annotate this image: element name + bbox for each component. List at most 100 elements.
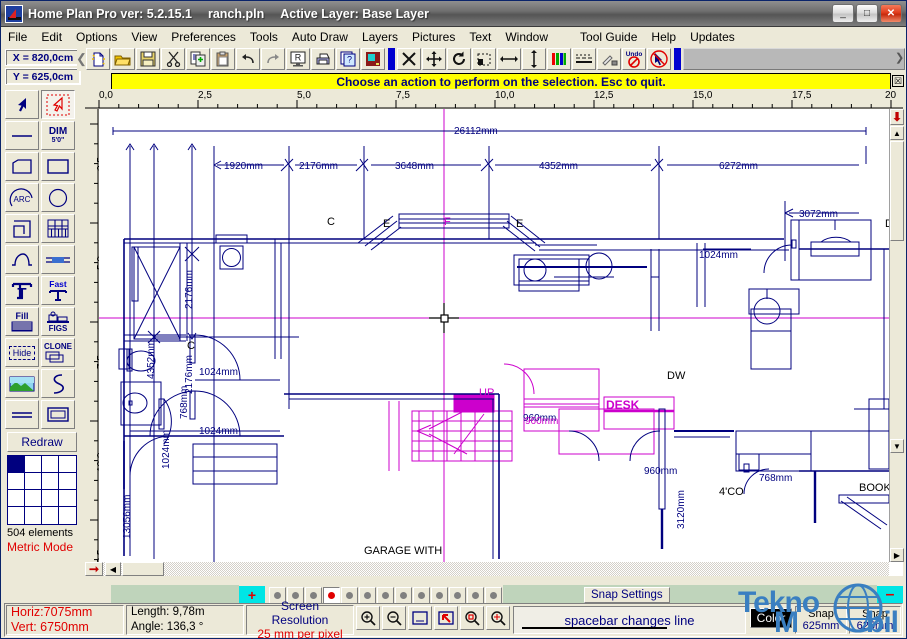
floor-plan-drawing[interactable]: 1920mm 2176mm 3648mm 4352mm 6272mm 26112… xyxy=(99,109,889,562)
dimension-tool[interactable]: DIM 5'0" xyxy=(41,121,75,150)
door-icon[interactable] xyxy=(361,48,385,70)
menu-item-auto-draw[interactable]: Auto Draw xyxy=(285,29,355,45)
scroll-right-fast-icon[interactable]: ➞ xyxy=(85,562,103,576)
vertical-scrollbar[interactable]: ⬇ ▲ ▼ ▶ xyxy=(889,109,904,562)
swatch[interactable] xyxy=(59,490,76,507)
picture-tool[interactable] xyxy=(5,369,39,398)
print-icon[interactable] xyxy=(311,48,335,70)
swatch-selected[interactable] xyxy=(8,456,25,473)
swatch[interactable] xyxy=(42,507,59,524)
stretch-horizontal-icon[interactable] xyxy=(497,48,521,70)
render-icon[interactable]: R xyxy=(286,48,310,70)
zoom-window-icon[interactable] xyxy=(460,606,484,630)
maximize-button[interactable]: □ xyxy=(856,4,878,23)
resolution-panel[interactable]: Screen Resolution 25 mm per pixel xyxy=(246,599,354,639)
select-box-icon[interactable] xyxy=(472,48,496,70)
rotate-icon[interactable] xyxy=(447,48,471,70)
hint-close-icon[interactable]: ☒ xyxy=(892,75,904,87)
circle-tool[interactable] xyxy=(41,183,75,212)
snap-panel-2[interactable]: Snap 625mm xyxy=(849,606,901,634)
menu-item-window[interactable]: Window xyxy=(498,29,555,45)
swatch[interactable] xyxy=(42,473,59,490)
double-line-tool[interactable] xyxy=(5,400,39,429)
swatch[interactable] xyxy=(25,507,42,524)
minimize-button[interactable]: _ xyxy=(832,4,854,23)
layer-dot-12[interactable] xyxy=(467,586,484,604)
paste-icon[interactable] xyxy=(211,48,235,70)
scroll-down-fast-icon[interactable]: ⬇ xyxy=(890,109,904,125)
layer-dot-9[interactable] xyxy=(413,586,430,604)
freehand-tool[interactable] xyxy=(41,369,75,398)
menu-item-pictures[interactable]: Pictures xyxy=(405,29,462,45)
move-icon[interactable] xyxy=(422,48,446,70)
swatch[interactable] xyxy=(25,490,42,507)
menu-item-options[interactable]: Options xyxy=(69,29,124,45)
menu-item-tools[interactable]: Tools xyxy=(243,29,285,45)
layer-dot-7[interactable] xyxy=(377,586,394,604)
color-button[interactable]: Color xyxy=(750,608,792,628)
zoom-in-icon[interactable] xyxy=(356,606,380,630)
pointer-select-tool[interactable] xyxy=(5,90,39,119)
swatch[interactable] xyxy=(59,456,76,473)
beam-tool[interactable] xyxy=(41,245,75,274)
arc-tool[interactable]: ARC xyxy=(5,183,39,212)
swatch[interactable] xyxy=(8,507,25,524)
save-disk-icon[interactable] xyxy=(136,48,160,70)
cut-scissors-icon[interactable] xyxy=(161,48,185,70)
zoom-fit-icon[interactable] xyxy=(408,606,432,630)
horizontal-scroll-thumb[interactable] xyxy=(122,562,164,576)
marquee-select-tool[interactable] xyxy=(41,90,75,119)
menu-item-edit[interactable]: Edit xyxy=(34,29,69,45)
scroll-up-button[interactable]: ▲ xyxy=(890,126,904,140)
open-folder-icon[interactable] xyxy=(111,48,135,70)
delete-x-icon[interactable] xyxy=(397,48,421,70)
eyedropper-icon[interactable] xyxy=(597,48,621,70)
menu-item-text[interactable]: Text xyxy=(462,29,498,45)
toolbar-end-grip[interactable]: ❯ xyxy=(895,49,904,67)
color-swatch-grid[interactable] xyxy=(7,455,77,525)
snap-panel[interactable]: Snap 625mm xyxy=(795,606,847,634)
fast-text-tool[interactable]: Fast xyxy=(41,276,75,305)
menu-item-view[interactable]: View xyxy=(124,29,164,45)
horizontal-scrollbar[interactable]: ➞ ◀ xyxy=(85,562,889,576)
scroll-left-button[interactable]: ◀ xyxy=(105,562,121,576)
layer-dot-10[interactable] xyxy=(431,586,448,604)
undo-all-icon[interactable]: Undo xyxy=(622,48,646,70)
swatch[interactable] xyxy=(59,473,76,490)
swatch[interactable] xyxy=(59,507,76,524)
frame-tool[interactable] xyxy=(41,400,75,429)
help-page-icon[interactable]: ? xyxy=(336,48,360,70)
clone-tool[interactable]: CLONE xyxy=(41,338,75,367)
rectangle-tool[interactable] xyxy=(41,152,75,181)
zoom-previous-icon[interactable] xyxy=(434,606,458,630)
zoom-pan-icon[interactable] xyxy=(486,606,510,630)
scroll-down-button[interactable]: ▼ xyxy=(890,439,904,453)
remove-layer-button[interactable]: – xyxy=(877,585,903,605)
hide-tool[interactable]: Hide xyxy=(5,338,39,367)
vertical-scroll-thumb[interactable] xyxy=(890,141,904,241)
undo-icon[interactable] xyxy=(236,48,260,70)
color-bars-icon[interactable] xyxy=(547,48,571,70)
menu-item-preferences[interactable]: Preferences xyxy=(164,29,243,45)
layer-dot-11[interactable] xyxy=(449,586,466,604)
curve-tool[interactable] xyxy=(5,245,39,274)
redo-icon[interactable] xyxy=(261,48,285,70)
cancel-select-icon[interactable] xyxy=(647,48,671,70)
swatch[interactable] xyxy=(25,456,42,473)
close-button[interactable]: ✕ xyxy=(880,4,902,23)
layer-dot-13[interactable] xyxy=(485,586,502,604)
toolbar-grip[interactable]: ❮ xyxy=(76,48,87,70)
line-style-icon[interactable] xyxy=(572,48,596,70)
swatch[interactable] xyxy=(25,473,42,490)
figures-tool[interactable]: FIGS xyxy=(41,307,75,336)
fill-tool[interactable]: Fill xyxy=(5,307,39,336)
menu-item-file[interactable]: File xyxy=(1,29,34,45)
wall-tool[interactable] xyxy=(5,214,39,243)
layer-dot-6[interactable] xyxy=(359,586,376,604)
polyline-tool[interactable] xyxy=(5,152,39,181)
swatch[interactable] xyxy=(8,473,25,490)
layer-dot-8[interactable] xyxy=(395,586,412,604)
swatch[interactable] xyxy=(42,456,59,473)
new-icon[interactable] xyxy=(86,48,110,70)
menu-item-updates[interactable]: Updates xyxy=(683,29,742,45)
